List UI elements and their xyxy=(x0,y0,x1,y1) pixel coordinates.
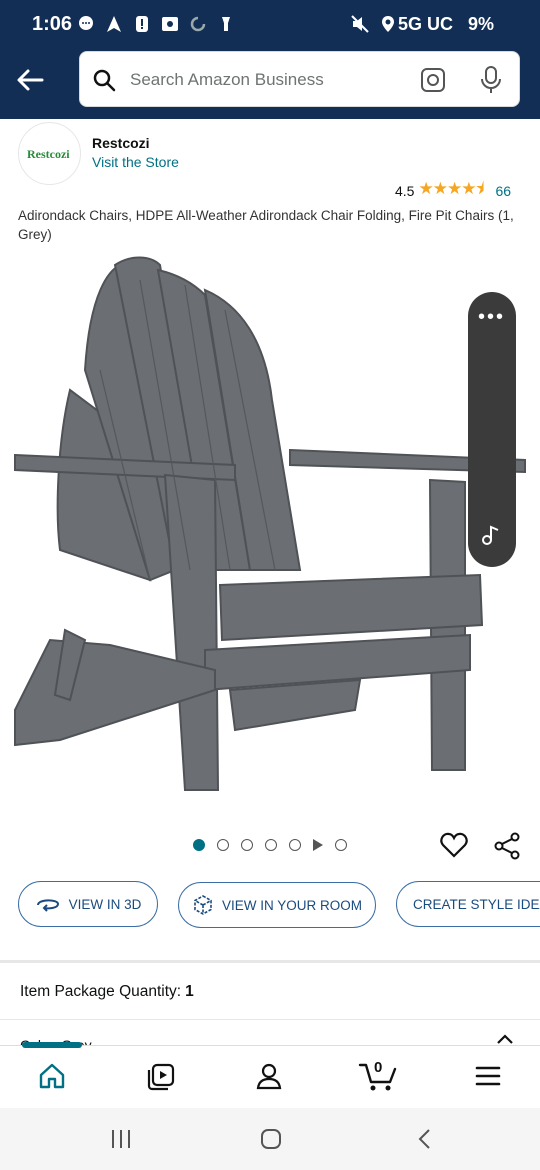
gallery-dot[interactable] xyxy=(217,839,229,851)
brand-logo[interactable]: Restcozi xyxy=(18,122,81,185)
recent-apps-icon[interactable] xyxy=(110,1128,132,1150)
gallery-dot[interactable] xyxy=(265,839,277,851)
search-bar[interactable]: Search Amazon Business xyxy=(79,51,520,107)
system-back-icon[interactable] xyxy=(414,1128,436,1150)
chat-bubble-icon xyxy=(79,16,93,30)
app-header: 1:06 5G UC 9% Search Amazon Business xyxy=(0,0,540,119)
view-in-room-button[interactable]: VIEW IN YOUR ROOM xyxy=(178,882,376,928)
active-tab-indicator xyxy=(22,1042,82,1048)
status-time: 1:06 xyxy=(32,13,73,35)
product-image[interactable] xyxy=(0,250,540,820)
chevron-up-icon[interactable] xyxy=(496,1033,514,1045)
video-play-icon[interactable] xyxy=(313,839,323,851)
product-title: Adirondack Chairs, HDPE All-Weather Adir… xyxy=(18,208,514,242)
account-icon[interactable] xyxy=(255,1062,283,1090)
more-options-icon[interactable]: ••• xyxy=(478,306,505,329)
camera-search-icon[interactable] xyxy=(420,67,446,93)
row-divider xyxy=(0,1019,540,1020)
view-in-3d-label: VIEW IN 3D xyxy=(68,896,142,912)
rotate-3d-icon xyxy=(36,899,59,912)
view-in-room-label: VIEW IN YOUR ROOM xyxy=(221,897,362,913)
visit-store-link[interactable]: Visit the Store xyxy=(92,154,179,170)
heart-icon[interactable] xyxy=(440,832,468,858)
notification-icons xyxy=(76,14,236,34)
system-icons xyxy=(350,14,398,34)
battery-level: 9% xyxy=(468,14,495,34)
camera-app-icon xyxy=(162,17,178,31)
rating-summary[interactable]: 4.5 ★★★★⯨ 66 xyxy=(395,176,511,205)
status-bar: 1:06 5G UC 9% xyxy=(0,0,540,52)
video-feed-icon[interactable] xyxy=(146,1062,176,1092)
ar-cube-icon xyxy=(194,895,212,915)
home-button-icon[interactable] xyxy=(260,1128,282,1150)
navigation-icon xyxy=(107,16,121,32)
create-style-ideas-label: CREATE STYLE IDEAS xyxy=(413,896,540,912)
gallery-dot[interactable] xyxy=(241,839,253,851)
menu-icon[interactable] xyxy=(474,1062,502,1090)
create-style-ideas-button[interactable]: CREATE STYLE IDEAS xyxy=(396,881,540,927)
brand-logo-text: Restcozi xyxy=(27,147,70,161)
flashlight-icon xyxy=(222,17,230,31)
search-input[interactable]: Search Amazon Business xyxy=(130,70,324,90)
floating-toolbar[interactable]: ••• xyxy=(468,292,516,567)
view-in-3d-button[interactable]: VIEW IN 3D xyxy=(18,881,158,927)
brand-name: Restcozi xyxy=(92,135,150,151)
gallery-dot[interactable] xyxy=(193,839,205,851)
loading-icon xyxy=(190,16,206,32)
cart-count-badge: 0 xyxy=(374,1059,383,1076)
carrier-label: 5G UC xyxy=(398,14,454,34)
microphone-icon[interactable] xyxy=(480,65,502,95)
search-icon xyxy=(93,69,116,92)
qty-value: 1 xyxy=(185,983,194,1000)
back-arrow-icon[interactable] xyxy=(12,62,48,98)
rating-count[interactable]: 66 xyxy=(495,183,511,199)
item-package-quantity[interactable]: Item Package Quantity: 1 xyxy=(20,983,194,1001)
system-navigation-bar xyxy=(0,1108,540,1170)
gallery-dot[interactable] xyxy=(289,839,301,851)
music-note-icon[interactable] xyxy=(481,524,503,546)
home-icon[interactable] xyxy=(38,1062,66,1090)
qty-label: Item Package Quantity: xyxy=(20,983,182,1000)
alert-icon xyxy=(136,16,148,32)
mute-icon xyxy=(351,15,369,33)
gallery-dot[interactable] xyxy=(335,839,347,851)
section-divider xyxy=(0,960,540,963)
location-icon xyxy=(382,16,394,32)
rating-value: 4.5 xyxy=(395,182,415,199)
share-icon[interactable] xyxy=(493,832,521,860)
bottom-tab-bar xyxy=(0,1042,540,1108)
star-rating-icon: ★★★★⯨ xyxy=(418,179,484,198)
gallery-pagination[interactable] xyxy=(193,839,347,851)
